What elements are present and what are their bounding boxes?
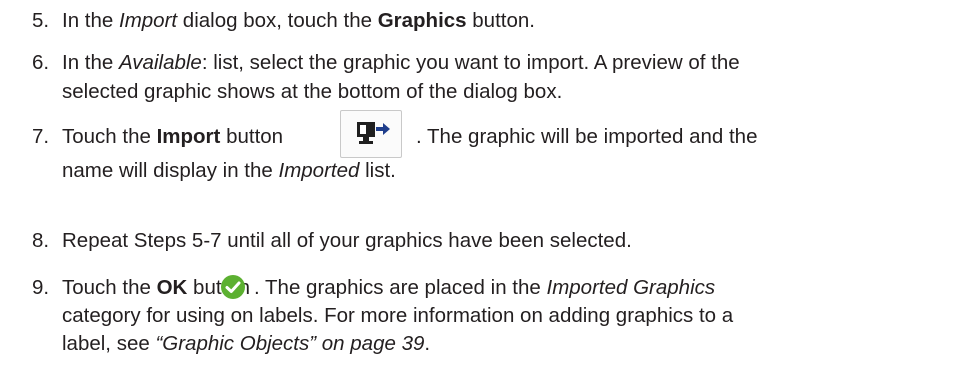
- step-number: 5.: [32, 9, 50, 32]
- text-run: list.: [359, 159, 396, 182]
- text-run: .: [424, 332, 431, 355]
- import-graphic-icon: [357, 122, 390, 144]
- step-number: 8.: [32, 229, 50, 252]
- text-run: In the: [62, 51, 119, 74]
- text-run-bold: Graphics: [377, 9, 467, 32]
- text-run-italic: “Graphic Objects” on page 39: [155, 332, 425, 355]
- import-graphic-icon: [340, 110, 402, 158]
- text-run: Touch the: [62, 125, 157, 148]
- text-run-bold: Import: [156, 125, 221, 148]
- text-run: category for using on labels. For more i…: [62, 304, 734, 327]
- text-run: button: [220, 125, 284, 148]
- step-text: Touch the Import button: [62, 125, 283, 149]
- text-run: : list, select the graphic you want to i…: [201, 51, 740, 74]
- text-run: Touch the: [62, 276, 157, 299]
- step-text: Repeat Steps 5-7 until all of your graph…: [62, 229, 632, 253]
- step-text: . The graphics are placed in the Importe…: [254, 276, 715, 300]
- step-number: 7.: [32, 125, 50, 148]
- step-text: In the Import dialog box, touch the Grap…: [62, 9, 535, 33]
- step-text: name will display in the Imported list.: [62, 159, 396, 183]
- ok-check-icon: [220, 274, 246, 300]
- text-run: In the: [62, 9, 119, 32]
- text-run: name will display in the: [62, 159, 279, 182]
- step-text: category for using on labels. For more i…: [62, 304, 733, 328]
- text-run-italic: Imported: [278, 159, 360, 182]
- text-run-italic: Import: [119, 9, 178, 32]
- text-run: . The graphic will be imported and the: [416, 125, 758, 148]
- text-run: selected graphic shows at the bottom of …: [62, 80, 563, 103]
- step-text: . The graphic will be imported and the: [416, 125, 757, 149]
- step-number: 9.: [32, 276, 50, 299]
- text-run: . The graphics are placed in the: [254, 276, 547, 299]
- step-text: In the Available: list, select the graph…: [62, 51, 740, 75]
- text-run-bold: OK: [156, 276, 188, 299]
- ok-check-icon: [221, 275, 245, 299]
- step-text: selected graphic shows at the bottom of …: [62, 80, 562, 104]
- text-run-italic: Available: [119, 51, 202, 74]
- text-run: Repeat Steps 5-7 until all of your graph…: [62, 229, 632, 252]
- text-run-italic: Imported Graphics: [546, 276, 716, 299]
- text-run: label, see: [62, 332, 156, 355]
- step-number: 6.: [32, 51, 50, 74]
- text-run: dialog box, touch the: [177, 9, 378, 32]
- step-text: label, see “Graphic Objects” on page 39.: [62, 332, 430, 356]
- text-run: button.: [466, 9, 535, 32]
